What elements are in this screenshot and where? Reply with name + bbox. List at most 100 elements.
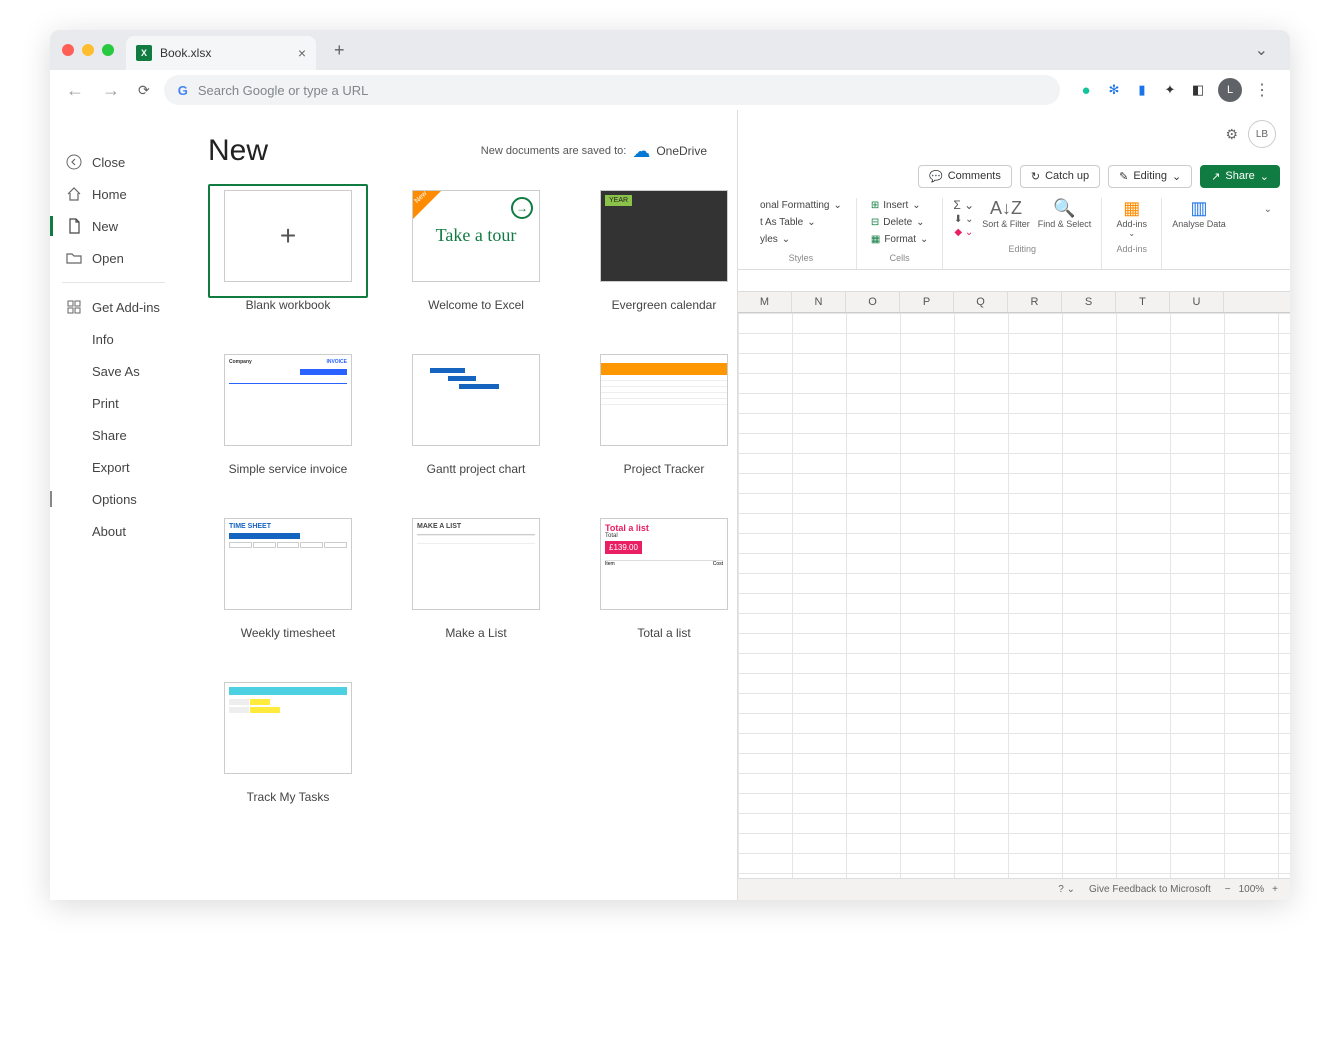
extensions-menu-icon[interactable]: ✦ bbox=[1162, 82, 1178, 98]
spreadsheet-grid[interactable] bbox=[738, 313, 1290, 878]
editing-mode-button[interactable]: ✎ Editing ⌄ bbox=[1108, 165, 1192, 188]
column-header[interactable]: R bbox=[1008, 292, 1062, 312]
window-controls bbox=[62, 44, 114, 56]
column-header[interactable]: Q bbox=[954, 292, 1008, 312]
addins-button[interactable]: ▦ Add-ins ⌄ bbox=[1116, 198, 1147, 238]
format-button[interactable]: ▦ Format ⌄ bbox=[867, 232, 933, 247]
page-title: New bbox=[208, 134, 268, 168]
column-header[interactable]: U bbox=[1170, 292, 1224, 312]
profile-avatar[interactable]: L bbox=[1218, 78, 1242, 102]
google-icon: G bbox=[178, 83, 188, 98]
nav-about[interactable]: About bbox=[50, 515, 177, 547]
new-tab-button[interactable]: + bbox=[326, 36, 353, 65]
zoom-level: 100% bbox=[1239, 884, 1265, 895]
arrow-left-icon bbox=[66, 154, 82, 170]
analyse-data-button[interactable]: ▥ Analyse Data bbox=[1172, 198, 1226, 229]
onedrive-label[interactable]: OneDrive bbox=[656, 144, 707, 158]
nav-get-addins[interactable]: Get Add-ins bbox=[50, 291, 177, 323]
column-header[interactable]: O bbox=[846, 292, 900, 312]
column-header[interactable]: M bbox=[738, 292, 792, 312]
share-label: Share bbox=[1225, 170, 1254, 182]
nav-options[interactable]: Options bbox=[50, 483, 177, 515]
template-total-list[interactable]: Total a list Total £139.00 ItemCost Tota… bbox=[584, 512, 738, 640]
template-welcome-excel[interactable]: → Take a tour Welcome to Excel bbox=[396, 184, 556, 312]
comments-button[interactable]: 💬 Comments bbox=[918, 165, 1012, 188]
nav-export[interactable]: Export bbox=[50, 451, 177, 483]
window-maximize-button[interactable] bbox=[102, 44, 114, 56]
template-timesheet[interactable]: TIME SHEET Weekly timesheet bbox=[208, 512, 368, 640]
template-label: Make a List bbox=[396, 626, 556, 640]
nav-label: Open bbox=[92, 251, 124, 266]
format-icon: ▦ bbox=[871, 234, 880, 245]
tab-close-button[interactable]: × bbox=[298, 45, 306, 61]
column-header[interactable]: T bbox=[1116, 292, 1170, 312]
template-gantt[interactable]: Gantt project chart bbox=[396, 348, 556, 476]
analyse-icon: ▥ bbox=[1172, 198, 1226, 219]
nav-print[interactable]: Print bbox=[50, 387, 177, 419]
feedback-link[interactable]: Give Feedback to Microsoft bbox=[1089, 884, 1211, 895]
template-make-list[interactable]: MAKE A LIST Make a List bbox=[396, 512, 556, 640]
browser-menu-button[interactable]: ⋮ bbox=[1254, 80, 1270, 100]
clear-icon[interactable]: ◆ ⌄ bbox=[954, 227, 973, 238]
nav-close[interactable]: Close bbox=[50, 146, 177, 178]
forward-button[interactable]: → bbox=[98, 76, 124, 105]
column-headers: M N O P Q R S T U bbox=[738, 292, 1290, 313]
user-avatar[interactable]: LB bbox=[1248, 120, 1276, 148]
insert-button[interactable]: ⊞ Insert ⌄ bbox=[867, 198, 925, 213]
chevron-down-icon: ⌄ bbox=[782, 234, 790, 245]
nav-save-as[interactable]: Save As bbox=[50, 355, 177, 387]
column-header[interactable]: N bbox=[792, 292, 846, 312]
zoom-in-button[interactable]: + bbox=[1272, 884, 1278, 895]
address-bar[interactable]: G Search Google or type a URL bbox=[164, 75, 1060, 105]
nav-home[interactable]: Home bbox=[50, 178, 177, 210]
fill-icon[interactable]: ⬇ ⌄ bbox=[954, 214, 974, 225]
ribbon-collapse-button[interactable]: ⌄ bbox=[1254, 198, 1282, 269]
template-invoice[interactable]: CompanyINVOICE Simple service invoice bbox=[208, 348, 368, 476]
back-button[interactable]: ← bbox=[62, 76, 88, 105]
conditional-formatting-button[interactable]: onal Formatting ⌄ bbox=[756, 198, 846, 213]
nav-share[interactable]: Share bbox=[50, 419, 177, 451]
chevron-down-icon: ⌄ bbox=[1116, 229, 1147, 238]
docs-extension-icon[interactable]: ▮ bbox=[1134, 82, 1150, 98]
share-button[interactable]: ↗ Share ⌄ bbox=[1200, 165, 1280, 188]
column-header[interactable]: P bbox=[900, 292, 954, 312]
template-project-tracker[interactable]: Project Tracker bbox=[584, 348, 738, 476]
help-dropdown[interactable]: ? ⌄ bbox=[1058, 884, 1075, 895]
ribbon-group-label: Cells bbox=[890, 253, 910, 263]
browser-tab[interactable]: X Book.xlsx × bbox=[126, 36, 316, 70]
format-as-table-button[interactable]: t As Table ⌄ bbox=[756, 215, 820, 230]
settings-icon[interactable]: ⚙ bbox=[1225, 126, 1238, 143]
catchup-button[interactable]: ↻ Catch up bbox=[1020, 165, 1100, 188]
template-evergreen-calendar[interactable]: YEAR Evergreen calendar bbox=[584, 184, 738, 312]
column-header[interactable]: S bbox=[1062, 292, 1116, 312]
extension-icon[interactable]: ✻ bbox=[1106, 82, 1122, 98]
sidepanel-icon[interactable]: ◧ bbox=[1190, 82, 1206, 98]
template-track-tasks[interactable]: Track My Tasks bbox=[208, 676, 368, 804]
browser-window: X Book.xlsx × + ⌄ ← → ⟳ G Search Google … bbox=[50, 30, 1290, 900]
template-label: Project Tracker bbox=[584, 462, 738, 476]
ribbon-editing-group: Σ ⌄ ⬇ ⌄ ◆ ⌄ A↓Z Sort & Filter 🔍 Find & S… bbox=[943, 198, 1102, 269]
find-select-button[interactable]: 🔍 Find & Select bbox=[1038, 198, 1092, 238]
plus-icon: + bbox=[280, 220, 296, 252]
chevron-down-icon: ⌄ bbox=[920, 234, 928, 245]
window-close-button[interactable] bbox=[62, 44, 74, 56]
sort-filter-button[interactable]: A↓Z Sort & Filter bbox=[982, 198, 1030, 238]
insert-icon: ⊞ bbox=[871, 200, 879, 211]
delete-button[interactable]: ⊟ Delete ⌄ bbox=[867, 215, 929, 230]
save-notice: New documents are saved to: OneDrive bbox=[481, 144, 707, 158]
chevron-down-icon: ⌄ bbox=[833, 200, 841, 211]
nav-open[interactable]: Open bbox=[50, 242, 177, 274]
window-minimize-button[interactable] bbox=[82, 44, 94, 56]
tab-dropdown-button[interactable]: ⌄ bbox=[1245, 36, 1278, 64]
nav-label: New bbox=[92, 219, 118, 234]
reload-button[interactable]: ⟳ bbox=[134, 78, 154, 103]
cell-styles-button[interactable]: yles ⌄ bbox=[756, 232, 794, 247]
zoom-out-button[interactable]: − bbox=[1225, 884, 1231, 895]
autosum-icon[interactable]: Σ ⌄ bbox=[953, 198, 974, 212]
grammarly-extension-icon[interactable]: ● bbox=[1078, 82, 1094, 98]
nav-new[interactable]: New bbox=[50, 210, 177, 242]
backstage-main: New New documents are saved to: OneDrive… bbox=[178, 110, 738, 900]
nav-info[interactable]: Info bbox=[50, 323, 177, 355]
template-blank-workbook[interactable]: + Blank workbook bbox=[208, 184, 368, 312]
template-grid: + Blank workbook → Take a tour Welcome t… bbox=[208, 184, 707, 804]
